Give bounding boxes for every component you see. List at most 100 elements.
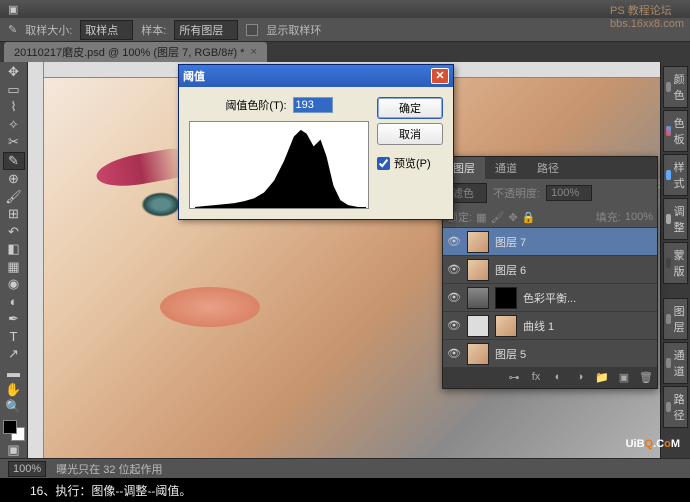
marquee-tool[interactable]: ▭ <box>3 82 25 99</box>
pen-tool[interactable]: ✒ <box>3 311 25 328</box>
sample-size-label: 取样大小: <box>25 22 72 38</box>
fx-icon[interactable]: fx <box>528 371 544 385</box>
fill-label: 填充: <box>596 209 621 225</box>
layer-thumb[interactable] <box>467 343 489 365</box>
gradient-tool[interactable]: ▦ <box>3 258 25 275</box>
layer-thumb[interactable] <box>467 287 489 309</box>
show-ring-label: 显示取样环 <box>266 22 321 38</box>
layer-row[interactable]: 👁 图层 6 <box>443 256 657 284</box>
uibq-watermark: UiBQ.CoM <box>626 434 680 450</box>
close-button[interactable]: ✕ <box>431 68 449 84</box>
layers-panel-buttons: ⊶ fx ◐ ◑ 📁 ▣ 🗑 <box>443 368 657 388</box>
eyedropper-icon: ✎ <box>8 23 17 36</box>
mask-icon[interactable]: ◐ <box>550 371 566 385</box>
dialog-titlebar[interactable]: 阈值 ✕ <box>179 65 453 87</box>
lock-position-icon[interactable]: ✥ <box>508 211 517 224</box>
histogram[interactable] <box>189 121 369 209</box>
layer-name[interactable]: 曲线 1 <box>523 318 653 334</box>
history-brush-tool[interactable]: ↶ <box>3 223 25 240</box>
visibility-icon[interactable]: 👁 <box>447 347 461 360</box>
status-bar: 100% 曝光只在 32 位起作用 <box>0 458 690 478</box>
color-panel-tab[interactable]: 颜色 <box>663 66 688 108</box>
paths-panel-tab[interactable]: 路径 <box>663 386 688 428</box>
lock-transparent-icon[interactable]: ▦ <box>476 211 486 224</box>
layer-mask-thumb[interactable] <box>495 315 517 337</box>
lock-pixels-icon[interactable]: 🖌 <box>490 211 504 224</box>
layer-thumb[interactable] <box>467 315 489 337</box>
layer-name[interactable]: 色彩平衡... <box>523 290 653 306</box>
visibility-icon[interactable]: 👁 <box>447 263 461 276</box>
layer-thumb[interactable] <box>467 231 489 253</box>
link-icon[interactable]: ⊶ <box>506 371 522 385</box>
document-tab-title: 20110217磨皮.psd @ 100% (图层 7, RGB/8#) * <box>14 44 244 60</box>
adjustment-icon[interactable]: ◑ <box>572 371 588 385</box>
heal-tool[interactable]: ⊕ <box>3 171 25 188</box>
close-icon[interactable]: × <box>250 46 256 58</box>
layer-mask-thumb[interactable] <box>495 287 517 309</box>
layers-panel-tabs: 图层 通道 路径 <box>443 157 657 179</box>
layer-thumb[interactable] <box>467 259 489 281</box>
lock-all-icon[interactable]: 🔒 <box>522 211 536 224</box>
wand-tool[interactable]: ✧ <box>3 117 25 134</box>
visibility-icon[interactable]: 👁 <box>447 319 461 332</box>
layer-row[interactable]: 👁 图层 5 <box>443 340 657 368</box>
threshold-level-input[interactable] <box>293 97 333 113</box>
opacity-label: 不透明度: <box>493 185 540 201</box>
dialog-title: 阈值 <box>183 68 205 84</box>
ok-button[interactable]: 确定 <box>377 97 443 119</box>
move-tool[interactable]: ✥ <box>3 64 25 81</box>
visibility-icon[interactable]: 👁 <box>447 235 461 248</box>
hand-tool[interactable]: ✋ <box>3 381 25 398</box>
sample-label: 样本: <box>141 22 166 38</box>
zoom-tool[interactable]: 🔍 <box>3 399 25 416</box>
status-info: 曝光只在 32 位起作用 <box>56 461 162 477</box>
layer-name[interactable]: 图层 7 <box>495 234 653 250</box>
fill-value[interactable]: 100% <box>625 211 653 223</box>
preview-checkbox[interactable] <box>377 157 390 170</box>
preview-checkbox-row[interactable]: 预览(P) <box>377 155 443 171</box>
zoom-level[interactable]: 100% <box>8 461 46 477</box>
styles-panel-tab[interactable]: 样式 <box>663 154 688 196</box>
eraser-tool[interactable]: ◧ <box>3 241 25 258</box>
dodge-tool[interactable]: ◐ <box>3 294 25 311</box>
layer-row[interactable]: 👁 色彩平衡... <box>443 284 657 312</box>
channels-tab[interactable]: 通道 <box>485 157 527 179</box>
brush-tool[interactable]: 🖌 <box>3 188 25 205</box>
threshold-level-label: 阈值色阶(T): <box>225 97 286 113</box>
sample-dropdown[interactable]: 所有图层 <box>174 20 238 40</box>
document-tab[interactable]: 20110217磨皮.psd @ 100% (图层 7, RGB/8#) * × <box>4 42 267 62</box>
eyedropper-tool[interactable]: ✎ <box>3 152 25 170</box>
foreground-swatch[interactable] <box>3 420 17 434</box>
document-tabbar: 20110217磨皮.psd @ 100% (图层 7, RGB/8#) * × <box>0 42 690 62</box>
new-layer-icon[interactable]: ▣ <box>616 371 632 385</box>
forum-watermark: PS 教程论坛 bbs.16xx8.com <box>610 2 684 30</box>
layer-name[interactable]: 图层 5 <box>495 346 653 362</box>
cancel-button[interactable]: 取消 <box>377 123 443 145</box>
show-ring-checkbox[interactable] <box>246 24 258 36</box>
crop-tool[interactable]: ✂ <box>3 134 25 151</box>
shape-tool[interactable]: ▬ <box>3 364 25 381</box>
mask-panel-tab[interactable]: 蒙版 <box>663 242 688 284</box>
path-tool[interactable]: ↗ <box>3 346 25 363</box>
text-tool[interactable]: T <box>3 329 25 346</box>
layer-name[interactable]: 图层 6 <box>495 262 653 278</box>
lasso-tool[interactable]: ⌇ <box>3 99 25 116</box>
stamp-tool[interactable]: ⊞ <box>3 206 25 223</box>
color-swatches[interactable] <box>3 420 25 440</box>
adjust-panel-tab[interactable]: 调整 <box>663 198 688 240</box>
quickmask-tool[interactable]: ▣ <box>3 442 25 459</box>
layer-list: 👁 图层 7 👁 图层 6 👁 色彩平衡... 👁 曲线 1 <box>443 228 657 368</box>
visibility-icon[interactable]: 👁 <box>447 291 461 304</box>
paths-tab[interactable]: 路径 <box>527 157 569 179</box>
swatches-panel-tab[interactable]: 色板 <box>663 110 688 152</box>
trash-icon[interactable]: 🗑 <box>638 371 654 385</box>
opacity-value[interactable]: 100% <box>546 185 592 201</box>
group-icon[interactable]: 📁 <box>594 371 610 385</box>
blur-tool[interactable]: ◉ <box>3 276 25 293</box>
layer-row[interactable]: 👁 图层 7 <box>443 228 657 256</box>
vertical-ruler <box>28 62 44 458</box>
layers-panel-tab[interactable]: 图层 <box>663 298 688 340</box>
channels-panel-tab[interactable]: 通道 <box>663 342 688 384</box>
layer-row[interactable]: 👁 曲线 1 <box>443 312 657 340</box>
sample-size-dropdown[interactable]: 取样点 <box>80 20 133 40</box>
